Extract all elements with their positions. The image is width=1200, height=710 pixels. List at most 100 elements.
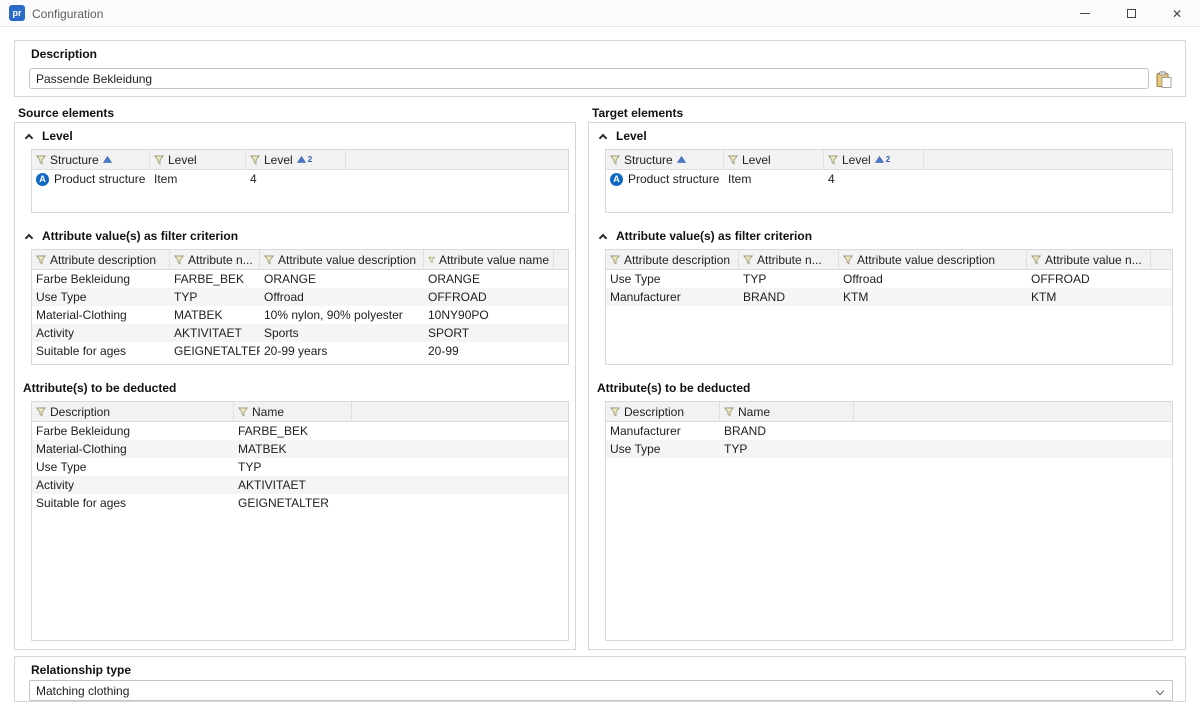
table-row[interactable]: Manufacturer BRAND KTM KTM xyxy=(606,288,1172,306)
filter-icon[interactable] xyxy=(610,407,620,417)
column-header-filler xyxy=(924,150,1172,169)
cell: TYP xyxy=(739,270,839,288)
column-header-label: Level xyxy=(842,153,871,167)
filter-icon[interactable] xyxy=(743,255,753,265)
filter-icon[interactable] xyxy=(154,155,164,165)
cell: ORANGE xyxy=(260,270,424,288)
cell: Offroad xyxy=(839,270,1027,288)
section-title: Attribute(s) to be deducted xyxy=(23,381,176,395)
cell: TYP xyxy=(720,440,854,458)
table-row[interactable]: Activity AKTIVITAET Sports SPORT xyxy=(32,324,568,342)
filter-icon[interactable] xyxy=(36,155,46,165)
column-header-filler xyxy=(346,150,568,169)
filter-icon[interactable] xyxy=(728,155,738,165)
cell: BRAND xyxy=(739,288,839,306)
table-row[interactable]: Material-Clothing MATBEK xyxy=(32,440,568,458)
column-header-attribute-name[interactable]: Attribute n... xyxy=(739,250,839,269)
table-row[interactable]: Use Type TYP Offroad OFFROAD xyxy=(32,288,568,306)
filter-icon[interactable] xyxy=(610,255,620,265)
table-row[interactable]: Activity AKTIVITAET xyxy=(32,476,568,494)
cell: 10NY90PO xyxy=(424,306,554,324)
sort-asc-icon xyxy=(103,156,112,163)
cell: AKTIVITAET xyxy=(234,476,352,494)
filter-icon[interactable] xyxy=(238,407,248,417)
section-title: Level xyxy=(616,129,647,143)
column-header-level[interactable]: Level xyxy=(150,150,246,169)
close-button[interactable]: ✕ xyxy=(1154,0,1200,27)
table-row[interactable]: Use Type TYP xyxy=(606,440,1172,458)
selected-value: Matching clothing xyxy=(36,684,129,698)
filter-icon[interactable] xyxy=(250,155,260,165)
column-header-attribute-value-description[interactable]: Attribute value description xyxy=(839,250,1027,269)
cell: Use Type xyxy=(32,288,170,306)
column-header-attribute-description[interactable]: Attribute description xyxy=(32,250,170,269)
filter-icon[interactable] xyxy=(843,255,853,265)
column-header-level-2[interactable]: Level 2 xyxy=(246,150,346,169)
table-row[interactable]: Farbe Bekleidung FARBE_BEK ORANGE ORANGE xyxy=(32,270,568,288)
cell: GEIGNETALTER xyxy=(234,494,352,512)
cell-text: Product structure xyxy=(54,170,145,189)
cell: Suitable for ages xyxy=(32,494,234,512)
filter-icon[interactable] xyxy=(1031,255,1041,265)
column-header-attribute-description[interactable]: Attribute description xyxy=(606,250,739,269)
collapse-button[interactable] xyxy=(23,131,34,142)
filter-icon[interactable] xyxy=(36,407,46,417)
table-row[interactable]: Material-Clothing MATBEK 10% nylon, 90% … xyxy=(32,306,568,324)
table-row[interactable]: Farbe Bekleidung FARBE_BEK xyxy=(32,422,568,440)
app-icon-text: pr xyxy=(13,8,22,18)
column-header-structure[interactable]: Structure xyxy=(32,150,150,169)
column-header-name[interactable]: Name xyxy=(720,402,854,421)
description-input[interactable] xyxy=(29,68,1149,89)
column-header-level-2[interactable]: Level 2 xyxy=(824,150,924,169)
collapse-button[interactable] xyxy=(23,231,34,242)
cell: MATBEK xyxy=(234,440,352,458)
table-header-row: Structure Level Level 2 xyxy=(606,150,1172,170)
collapse-button[interactable] xyxy=(597,231,608,242)
column-header-attribute-name[interactable]: Attribute n... xyxy=(170,250,260,269)
relationship-type-select[interactable]: Matching clothing xyxy=(29,680,1173,701)
table-row[interactable]: Use Type TYP Offroad OFFROAD xyxy=(606,270,1172,288)
filter-icon[interactable] xyxy=(174,255,184,265)
filter-icon[interactable] xyxy=(610,155,620,165)
filter-icon[interactable] xyxy=(724,407,734,417)
column-header-description[interactable]: Description xyxy=(32,402,234,421)
filter-icon[interactable] xyxy=(36,255,46,265)
relationship-type-label: Relationship type xyxy=(31,663,131,677)
paste-button[interactable] xyxy=(1153,68,1175,90)
column-header-label: Description xyxy=(624,405,684,419)
column-header-name[interactable]: Name xyxy=(234,402,352,421)
table-row[interactable]: Use Type TYP xyxy=(32,458,568,476)
chevron-up-icon xyxy=(24,233,32,241)
filter-icon[interactable] xyxy=(828,155,838,165)
filter-icon[interactable] xyxy=(428,255,435,265)
collapse-button[interactable] xyxy=(597,131,608,142)
column-header-label: Name xyxy=(252,405,284,419)
maximize-button[interactable] xyxy=(1108,0,1154,27)
column-header-description[interactable]: Description xyxy=(606,402,720,421)
table-row[interactable]: Suitable for ages GEIGNETALTER 20-99 yea… xyxy=(32,342,568,360)
column-header-filler xyxy=(554,250,568,269)
cell-level: Item xyxy=(150,170,246,189)
sort-asc-icon xyxy=(677,156,686,163)
window-title: Configuration xyxy=(32,7,103,21)
table-row[interactable]: A Product structure Item 4 xyxy=(606,170,1172,189)
relationship-type-panel: Relationship type Matching clothing xyxy=(14,656,1186,702)
clipboard-icon xyxy=(1156,71,1172,88)
table-row[interactable]: Manufacturer BRAND xyxy=(606,422,1172,440)
cell: Material-Clothing xyxy=(32,306,170,324)
column-header-attribute-value-name[interactable]: Attribute value n... xyxy=(1027,250,1151,269)
table-row[interactable]: A Product structure Item 4 xyxy=(32,170,568,189)
cell: FARBE_BEK xyxy=(234,422,352,440)
column-header-attribute-value-description[interactable]: Attribute value description xyxy=(260,250,424,269)
table-header-row: Description Name xyxy=(32,402,568,422)
filter-icon[interactable] xyxy=(264,255,274,265)
table-header-row: Structure Level Level 2 xyxy=(32,150,568,170)
column-header-attribute-value-name[interactable]: Attribute value name xyxy=(424,250,554,269)
cell-structure: A Product structure xyxy=(606,170,724,189)
minimize-button[interactable] xyxy=(1062,0,1108,27)
source-filter-section-header: Attribute value(s) as filter criterion xyxy=(23,229,238,243)
table-row[interactable]: Suitable for ages GEIGNETALTER xyxy=(32,494,568,512)
column-header-filler xyxy=(1151,250,1172,269)
column-header-structure[interactable]: Structure xyxy=(606,150,724,169)
column-header-level[interactable]: Level xyxy=(724,150,824,169)
